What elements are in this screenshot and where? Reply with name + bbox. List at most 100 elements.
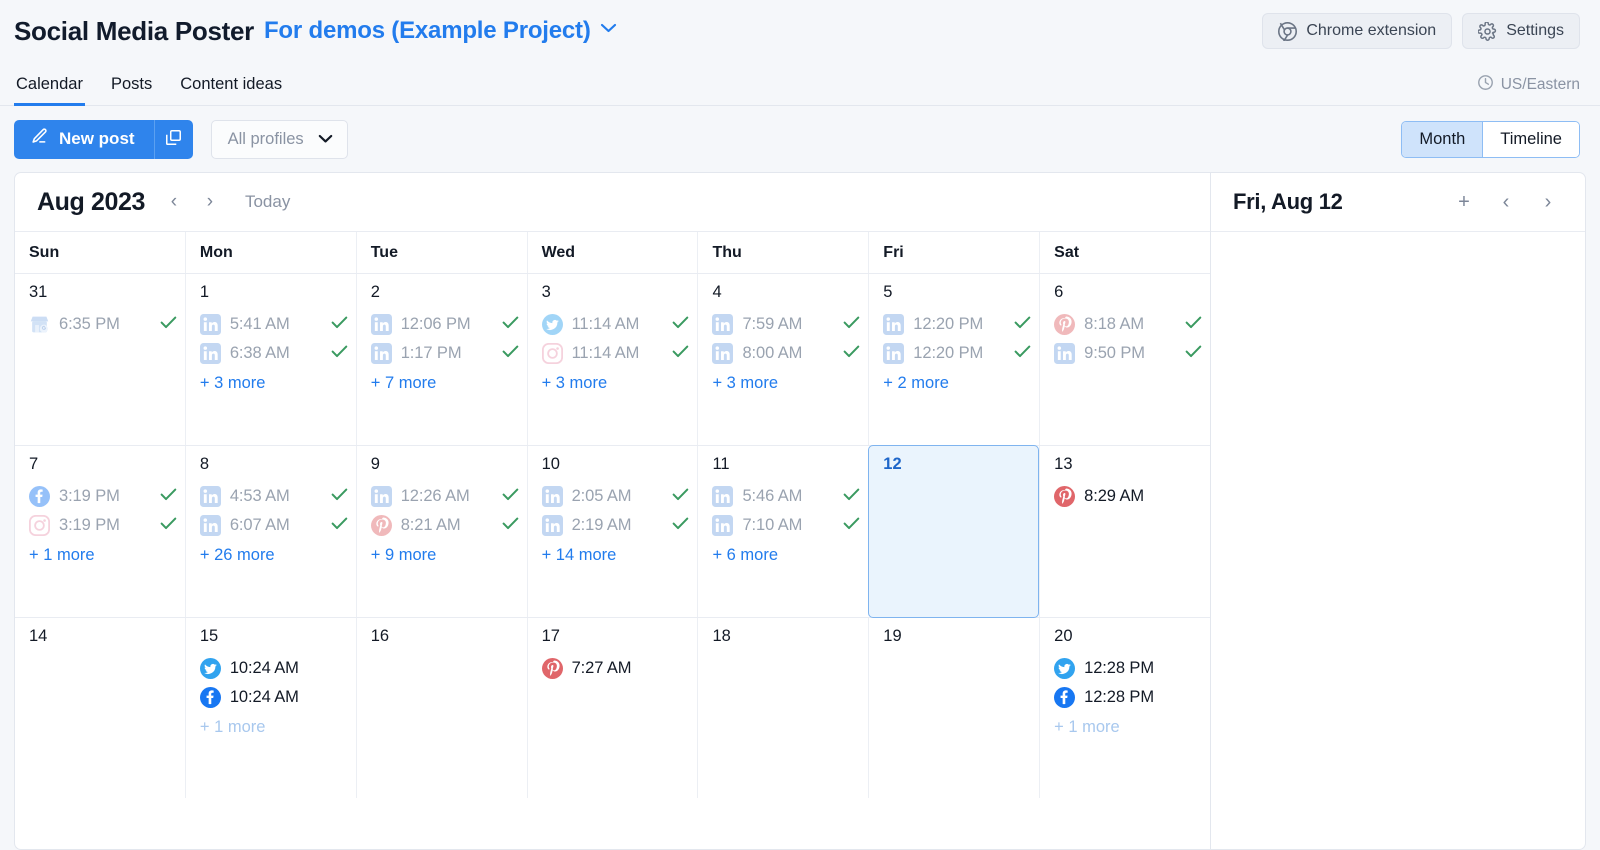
day-cell-20[interactable]: 20 12:28 PM 12:28 PM + 1 more — [1039, 618, 1210, 798]
chrome-icon — [1278, 21, 1298, 41]
day-cell-2[interactable]: 2 12:06 PM 1:17 PM + 7 more — [355, 274, 527, 445]
settings-button[interactable]: Settings — [1462, 13, 1580, 49]
view-mode-month[interactable]: Month — [1402, 121, 1483, 157]
published-check-icon — [843, 517, 860, 534]
tab-posts[interactable]: Posts — [109, 75, 154, 106]
day-cell-19[interactable]: 19 — [868, 618, 1039, 798]
day-cell-15[interactable]: 15 10:24 AM 10:24 AM + 1 more — [184, 618, 356, 798]
chrome-extension-button[interactable]: Chrome extension — [1262, 13, 1453, 49]
calendar-event[interactable]: 8:29 AM — [1040, 482, 1210, 511]
calendar-event[interactable]: 11:14 AM — [528, 339, 698, 368]
day-cell-5[interactable]: 5 12:20 PM 12:20 PM + 2 more — [868, 274, 1039, 445]
calendar-event[interactable]: 9:50 PM — [1040, 339, 1210, 368]
calendar-event[interactable]: 12:20 PM — [869, 339, 1039, 368]
calendar-event[interactable]: 12:26 AM — [357, 482, 527, 511]
day-cell-18[interactable]: 18 — [697, 618, 868, 798]
calendar-event[interactable]: 12:28 PM — [1040, 683, 1210, 712]
duplicate-post-button[interactable] — [153, 119, 193, 159]
more-events-link[interactable]: + 1 more — [1040, 718, 1210, 737]
new-post-button[interactable]: New post — [14, 119, 154, 159]
weekday-header-tue: Tue — [355, 232, 527, 273]
calendar-event[interactable]: 1:17 PM — [357, 339, 527, 368]
day-cell-6[interactable]: 6 8:18 AM 9:50 PM — [1039, 274, 1210, 445]
more-events-link[interactable]: + 3 more — [186, 374, 356, 393]
calendar-week-row: 14 15 10:24 AM 10:24 AM + 1 more 16 17 7:27 AM 1… — [15, 618, 1210, 798]
calendar-event[interactable]: 4:53 AM — [186, 482, 356, 511]
published-check-icon — [331, 488, 348, 505]
next-month-button[interactable]: › — [195, 187, 225, 217]
profiles-filter-dropdown[interactable]: All profiles — [210, 119, 348, 159]
calendar-event[interactable]: 12:20 PM — [869, 310, 1039, 339]
more-events-link[interactable]: + 2 more — [869, 374, 1039, 393]
day-cell-31[interactable]: 31 6:35 PM — [15, 274, 185, 445]
calendar-event[interactable]: 7:27 AM — [528, 654, 698, 683]
linkedin-icon — [199, 313, 221, 335]
day-cell-3[interactable]: 3 11:14 AM 11:14 AM + 3 more — [526, 274, 698, 445]
calendar-event[interactable]: 2:05 AM — [528, 482, 698, 511]
day-cell-8[interactable]: 8 4:53 AM 6:07 AM + 26 more — [184, 446, 356, 617]
day-cell-9[interactable]: 9 12:26 AM 8:21 AM + 9 more — [355, 446, 527, 617]
event-time: 12:26 AM — [400, 486, 470, 505]
more-events-link[interactable]: + 3 more — [698, 374, 868, 393]
prev-day-button[interactable]: ‹ — [1491, 187, 1521, 217]
calendar-event[interactable]: 10:24 AM — [186, 654, 356, 683]
event-time: 3:19 PM — [59, 486, 120, 505]
calendar-event[interactable]: 12:28 PM — [1040, 654, 1210, 683]
published-check-icon — [331, 316, 348, 333]
add-post-button[interactable]: + — [1449, 187, 1479, 217]
calendar-event[interactable]: 3:19 PM — [15, 511, 185, 540]
calendar-event[interactable]: 5:41 AM — [186, 310, 356, 339]
calendar-event[interactable]: 10:24 AM — [186, 683, 356, 712]
calendar-event[interactable]: 7:10 AM — [698, 511, 868, 540]
day-cell-12[interactable]: 12 — [868, 445, 1040, 618]
calendar-event[interactable]: 7:59 AM — [698, 310, 868, 339]
day-cell-4[interactable]: 4 7:59 AM 8:00 AM + 3 more — [697, 274, 868, 445]
project-selector-link[interactable]: For demos (Example Project) — [264, 17, 591, 45]
chevron-down-icon[interactable] — [600, 19, 617, 39]
calendar-event[interactable]: 11:14 AM — [528, 310, 698, 339]
more-events-link[interactable]: + 14 more — [528, 546, 698, 565]
calendar-week-row: 7 3:19 PM 3:19 PM + 1 more 8 4:53 AM 6:07 AM + … — [15, 445, 1210, 618]
calendar-event[interactable]: 8:21 AM — [357, 511, 527, 540]
published-check-icon — [1185, 345, 1202, 362]
more-events-link[interactable]: + 3 more — [528, 374, 698, 393]
event-time: 11:14 AM — [571, 343, 640, 362]
calendar-event[interactable]: 6:38 AM — [186, 339, 356, 368]
event-time: 12:20 PM — [913, 343, 984, 362]
prev-month-button[interactable]: ‹ — [159, 187, 189, 217]
calendar-event[interactable]: 3:19 PM — [15, 482, 185, 511]
calendar-event[interactable]: 6:07 AM — [186, 511, 356, 540]
calendar-event[interactable]: 12:06 PM — [357, 310, 527, 339]
calendar-event[interactable]: 5:46 AM — [698, 482, 868, 511]
more-events-link[interactable]: + 1 more — [15, 546, 185, 565]
more-events-link[interactable]: + 6 more — [698, 546, 868, 565]
event-time: 8:29 AM — [1084, 486, 1144, 505]
today-button[interactable]: Today — [245, 192, 290, 212]
tab-calendar[interactable]: Calendar — [14, 75, 85, 106]
day-cell-14[interactable]: 14 — [15, 618, 185, 798]
tab-content-ideas[interactable]: Content ideas — [178, 75, 284, 106]
next-day-button[interactable]: › — [1533, 187, 1563, 217]
day-cell-11[interactable]: 11 5:46 AM 7:10 AM + 6 more — [697, 446, 868, 617]
published-check-icon — [672, 316, 689, 333]
more-events-link[interactable]: + 26 more — [186, 546, 356, 565]
day-cell-13[interactable]: 13 8:29 AM — [1039, 446, 1210, 617]
day-detail-date: Fri, Aug 12 — [1233, 189, 1343, 214]
page-title: Social Media Poster — [14, 15, 254, 46]
more-events-link[interactable]: + 7 more — [357, 374, 527, 393]
day-cell-7[interactable]: 7 3:19 PM 3:19 PM + 1 more — [15, 446, 185, 617]
more-events-link[interactable]: + 9 more — [357, 546, 527, 565]
calendar-event[interactable]: 8:00 AM — [698, 339, 868, 368]
day-cell-16[interactable]: 16 — [355, 618, 527, 798]
day-cell-17[interactable]: 17 7:27 AM — [526, 618, 698, 798]
more-events-link[interactable]: + 1 more — [186, 718, 356, 737]
calendar-event[interactable]: 6:35 PM — [15, 310, 185, 339]
day-cell-1[interactable]: 1 5:41 AM 6:38 AM + 3 more — [184, 274, 356, 445]
calendar-event[interactable]: 8:18 AM — [1040, 310, 1210, 339]
event-time: 5:46 AM — [742, 486, 803, 505]
view-mode-timeline[interactable]: Timeline — [1482, 121, 1579, 157]
day-cell-10[interactable]: 10 2:05 AM 2:19 AM + 14 more — [526, 446, 698, 617]
calendar-event[interactable]: 2:19 AM — [528, 511, 698, 540]
facebook-icon — [29, 485, 50, 507]
linkedin-icon — [712, 514, 734, 536]
